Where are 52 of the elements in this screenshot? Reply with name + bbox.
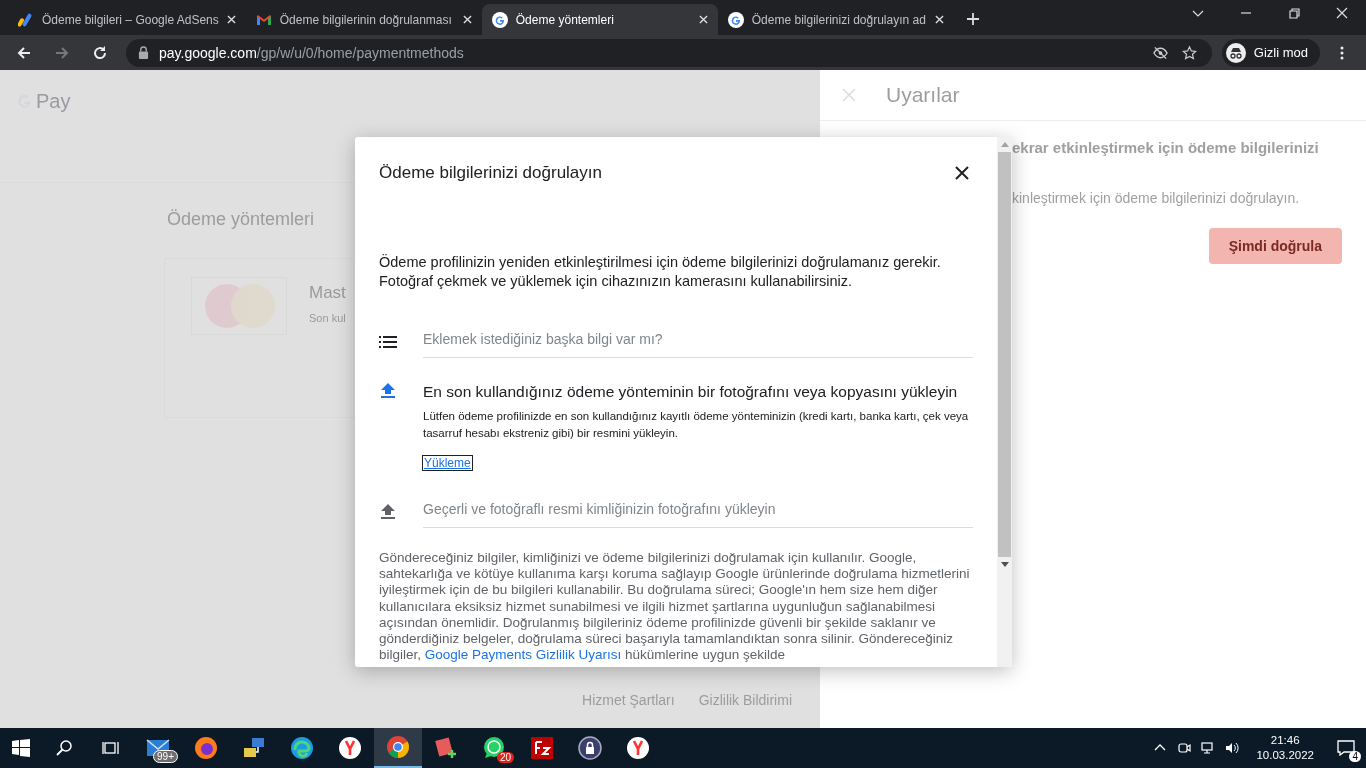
url-path: /gp/w/u/0/home/paymentmethods [256,44,464,61]
notepad-plus-icon [434,736,458,760]
card-note: Son kul [309,312,346,324]
step-title[interactable]: Geçerli ve fotoğraflı resmi kimliğinizin fotoğrafını yükleyin [423,501,973,517]
wave-logo-icon [290,736,314,760]
step-description: Lütfen ödeme profilinizde en son kullandığınız kayıtlı ödeme yönteminizin (kredi kartı, banka kartı, çek veya tasarruf hesabı ekstreniz gibi) bir resmini yükleyin. [423,409,970,441]
dialog-title: Ödeme bilgilerinizi doğrulayın [379,163,602,183]
count-badge: 20 [496,752,514,763]
padlock-circle-icon [578,736,602,760]
clock-time[interactable]: 21:46 [1270,733,1300,748]
page-heading: Ödeme yöntemleri [167,209,316,230]
intro-text: Ödeme profilinizin yeniden etkinleştirilmesi için ödeme bilgilerinizi doğrulamanız gerekir. Fotoğraf çekmek ve yüklemek için cihazınızın kamerasını kullanabilirsiniz. [379,253,942,291]
new-tab-icon[interactable] [965,12,980,26]
verify-now-button[interactable]: Şimdi doğrula [1208,228,1342,264]
count-badge: 99+ [153,750,178,763]
alert-text: kinleştirmek için ödeme bilgilerinizi doğrulayın. [1012,190,1301,206]
panel-title: Uyarılar [886,83,960,107]
chrome-logo-icon [386,735,410,759]
alert-heading: ekrar etkinleştirmek için ödeme bilgilerinizi [1012,139,1320,156]
card-name: Mast [309,283,346,303]
close-icon[interactable] [955,166,969,180]
taskbar-app[interactable] [374,728,422,768]
incognito-profile-button[interactable]: Gizli mod [1221,38,1320,67]
fz-logo-icon [530,736,554,760]
browser-tab[interactable]: Ödeme yöntemleri [481,4,718,35]
browser-tab[interactable]: Ödeme bilgileri – Google AdSens [8,4,246,35]
url-host: pay.google.com [159,44,257,61]
privacy-link[interactable]: Google Payments Gizlilik Uyarısı [424,647,622,663]
privacy-paragraph: Göndereceğiniz bilgiler, kimliğinizi ve ödeme bilgilerinizi doğrulamak için kullanılır. Google, sahtekarlığa ve kötüye kullanıma karşı koruma sağlayıp Google ürünlerinde doğrulama hizmetlerini iyileştirmek için de bu bilgileri kullanabilir. Bu doğrulama süreci; Google'ın hem size hem diğer kullanıcılara eksiksiz hizmet sunabilmesi ve ilgili hizmet şartlarına uygunluğun sağlanabilmesi açısından önemlidir. Doğrulanmış bilgileriniz ödeme profilinizde güvenli bir şekilde saklanır ve gönderdiğiniz belgeler, doğrulama süreci başarıyla tamamlandıktan sonra silinir. Göndereceğiniz bilgiler, Google Payments Gizlilik Uyarısı hükümlerine uygun şekilde [379,550,971,664]
browser-tab[interactable]: Ödeme bilgilerinin doğrulanması [245,4,482,35]
google-logo-icon [491,11,508,28]
taskbar-app[interactable]: 20 [470,728,518,768]
step-title[interactable]: Eklemek istediğiniz başka bilgi var mı? [423,331,973,347]
y-letter-logo-icon [626,736,650,760]
notifications-button[interactable]: 4 [1326,728,1366,768]
google-logo-icon [727,11,744,28]
incognito-icon [1225,42,1246,63]
address-bar[interactable]: pay.google.com/gp/w/u/0/home/paymentmethods [126,38,1212,67]
adsense-logo-icon [18,11,34,28]
restore-icon[interactable] [1287,5,1301,20]
clock-date[interactable]: 10.03.2022 [1256,748,1314,763]
taskbar-app[interactable]: 99+ [134,728,182,768]
logo-text: Pay [36,89,71,113]
browser-tab[interactable]: Ödeme bilgilerinizi doğrulayın ad [717,4,954,35]
scrollbar[interactable] [997,137,1012,667]
fox-globe-icon [194,736,218,760]
network-computers-icon [242,736,266,760]
lock-icon [138,46,149,59]
step-title[interactable]: En son kullandığınız ödeme yönteminin bir fotoğrafını veya kopyasını yükleyin [423,380,973,404]
y-letter-logo-icon [338,736,362,760]
notification-count: 4 [1349,751,1361,762]
upload-link[interactable]: Yükleme [423,456,472,470]
